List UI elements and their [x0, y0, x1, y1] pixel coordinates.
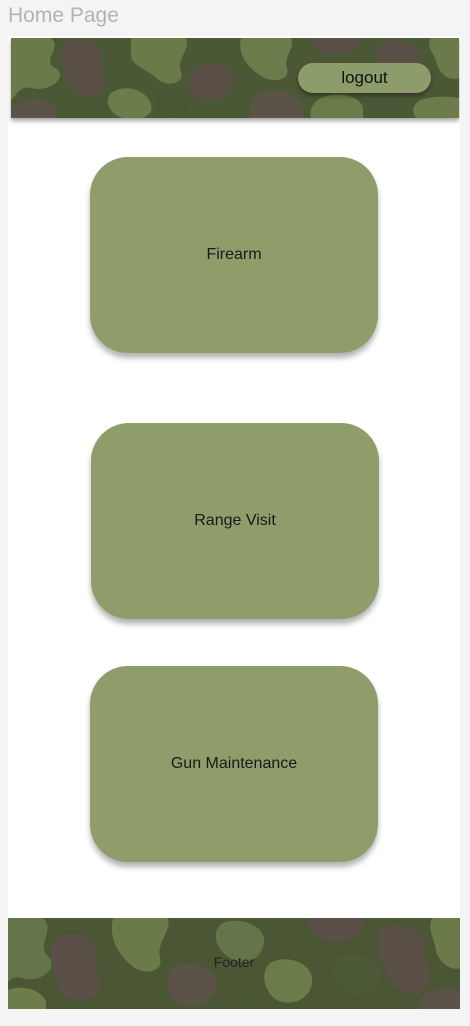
home-page-frame: logout Firearm Range Visit Gun Maintenan…	[8, 36, 460, 1009]
firearm-card[interactable]: Firearm	[90, 157, 378, 353]
firearm-card-label: Firearm	[206, 246, 262, 263]
range-visit-card-label: Range Visit	[194, 512, 276, 529]
gun-maintenance-card-label: Gun Maintenance	[170, 755, 298, 772]
frame-title: Home Page	[8, 4, 119, 27]
logout-button[interactable]: logout	[298, 63, 431, 93]
range-visit-card[interactable]: Range Visit	[91, 423, 379, 619]
footer-bar: Footer	[8, 918, 460, 1009]
header-bar: logout	[11, 38, 459, 118]
footer-label: Footer	[213, 954, 255, 970]
gun-maintenance-card[interactable]: Gun Maintenance	[90, 666, 378, 862]
